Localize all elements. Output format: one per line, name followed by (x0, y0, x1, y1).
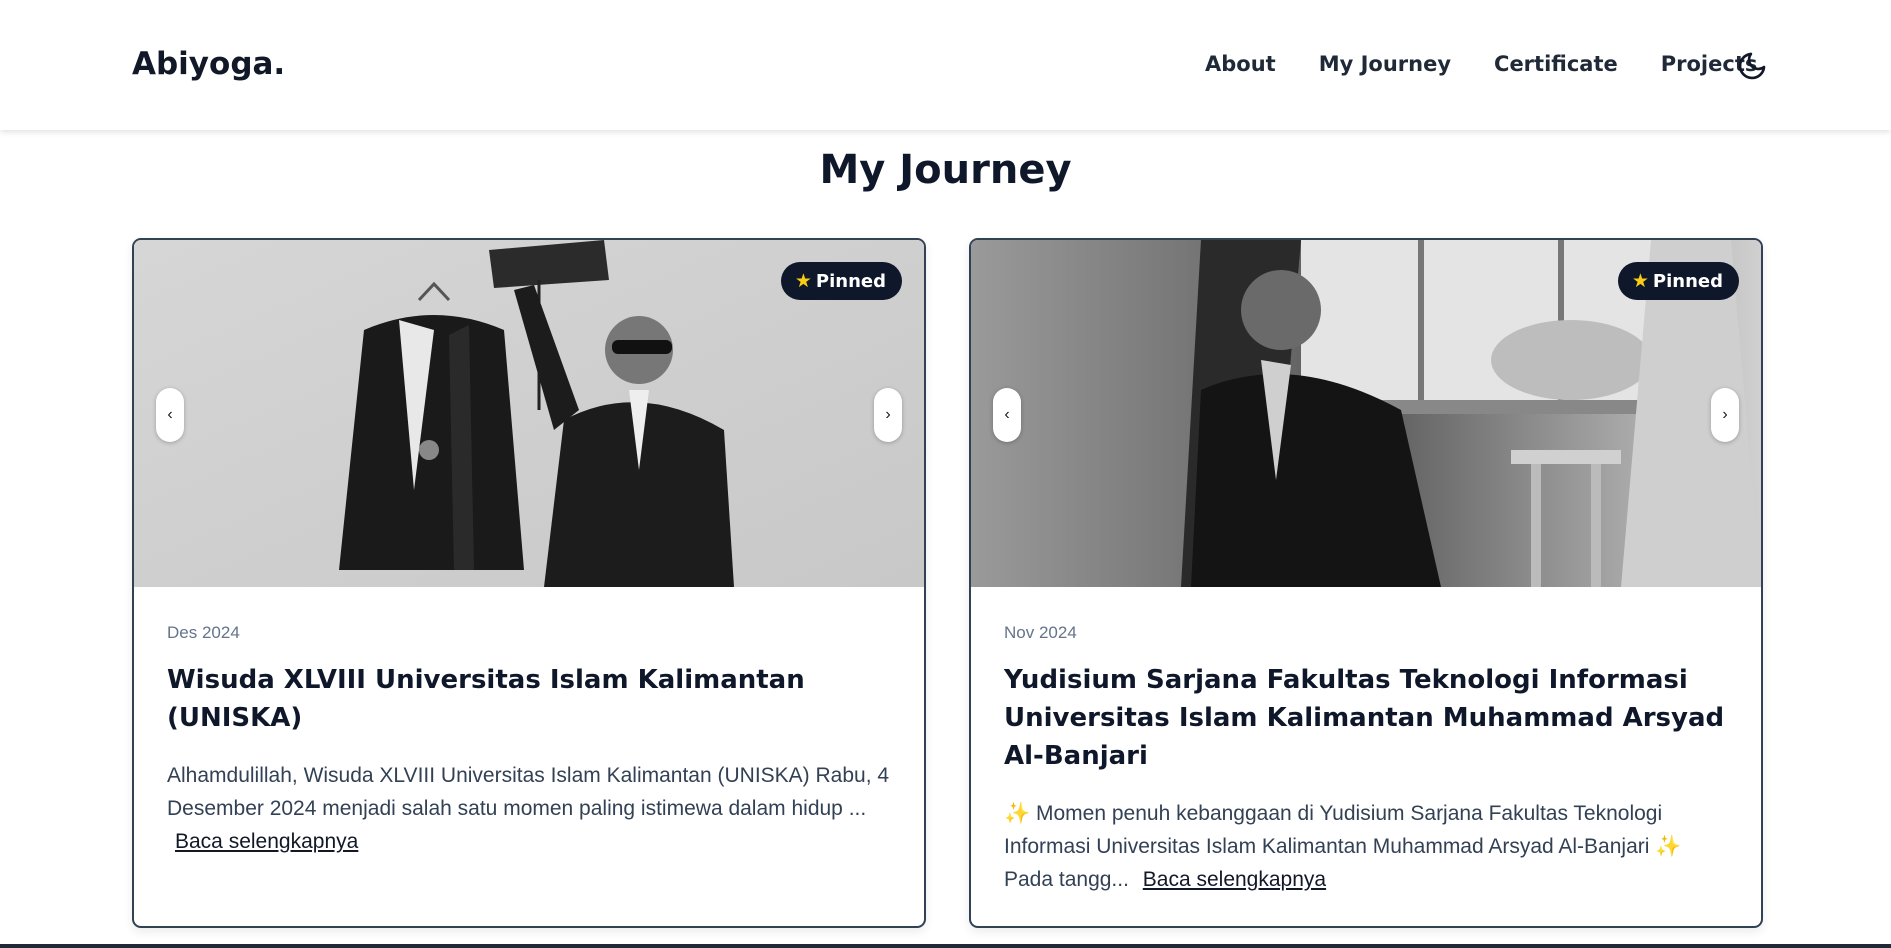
carousel-next-button[interactable]: › (1711, 388, 1739, 442)
journey-card[interactable]: ★ Pinned ‹ › Nov 2024 Yudisium Sarjana F… (969, 238, 1763, 928)
nav-certificate-link[interactable]: Certificate (1494, 52, 1618, 76)
card-image-carousel[interactable]: ★ Pinned ‹ › (971, 240, 1761, 587)
card-title[interactable]: Yudisium Sarjana Fakultas Teknologi Info… (1004, 661, 1734, 775)
pinned-badge: ★ Pinned (1617, 262, 1739, 300)
brand-logo[interactable]: Abiyoga. (132, 46, 285, 82)
read-more-link[interactable]: Baca selengkapnya (1143, 868, 1326, 891)
section-title: My Journey (819, 147, 1072, 193)
page-bottom-divider (0, 944, 1891, 948)
carousel-prev-button[interactable]: ‹ (993, 388, 1021, 442)
pinned-label: Pinned (815, 270, 886, 292)
main-nav: About My Journey Certificate Projects (1205, 52, 1757, 76)
card-body: Nov 2024 Yudisium Sarjana Fakultas Tekno… (1004, 623, 1734, 896)
read-more-link[interactable]: Baca selengkapnya (175, 830, 358, 853)
excerpt-text: Momen penuh kebanggaan di Yudisium Sarja… (1004, 802, 1682, 891)
nav-my-journey-link[interactable]: My Journey (1319, 52, 1451, 76)
pinned-label: Pinned (1652, 270, 1723, 292)
journey-card[interactable]: ★ Pinned ‹ › Des 2024 Wisuda XLVIII Univ… (132, 238, 926, 928)
card-body: Des 2024 Wisuda XLVIII Universitas Islam… (167, 623, 897, 858)
card-image-carousel[interactable]: ★ Pinned ‹ › (134, 240, 924, 587)
card-excerpt: Alhamdulillah, Wisuda XLVIII Universitas… (167, 759, 897, 858)
card-excerpt: ✨ Momen penuh kebanggaan di Yudisium Sar… (1004, 797, 1734, 896)
carousel-next-button[interactable]: › (874, 388, 902, 442)
top-navbar: Abiyoga. About My Journey Certificate Pr… (0, 0, 1891, 130)
star-icon: ★ (1631, 270, 1649, 292)
card-date: Nov 2024 (1004, 623, 1077, 642)
star-icon: ★ (794, 270, 812, 292)
card-title[interactable]: Wisuda XLVIII Universitas Islam Kalimant… (167, 661, 897, 737)
sparkles-icon: ✨ (1004, 802, 1031, 825)
pinned-badge: ★ Pinned (780, 262, 902, 300)
carousel-prev-button[interactable]: ‹ (156, 388, 184, 442)
moon-icon[interactable] (1736, 50, 1768, 82)
card-date: Des 2024 (167, 623, 240, 642)
nav-about-link[interactable]: About (1205, 52, 1276, 76)
excerpt-text: Alhamdulillah, Wisuda XLVIII Universitas… (167, 764, 890, 820)
